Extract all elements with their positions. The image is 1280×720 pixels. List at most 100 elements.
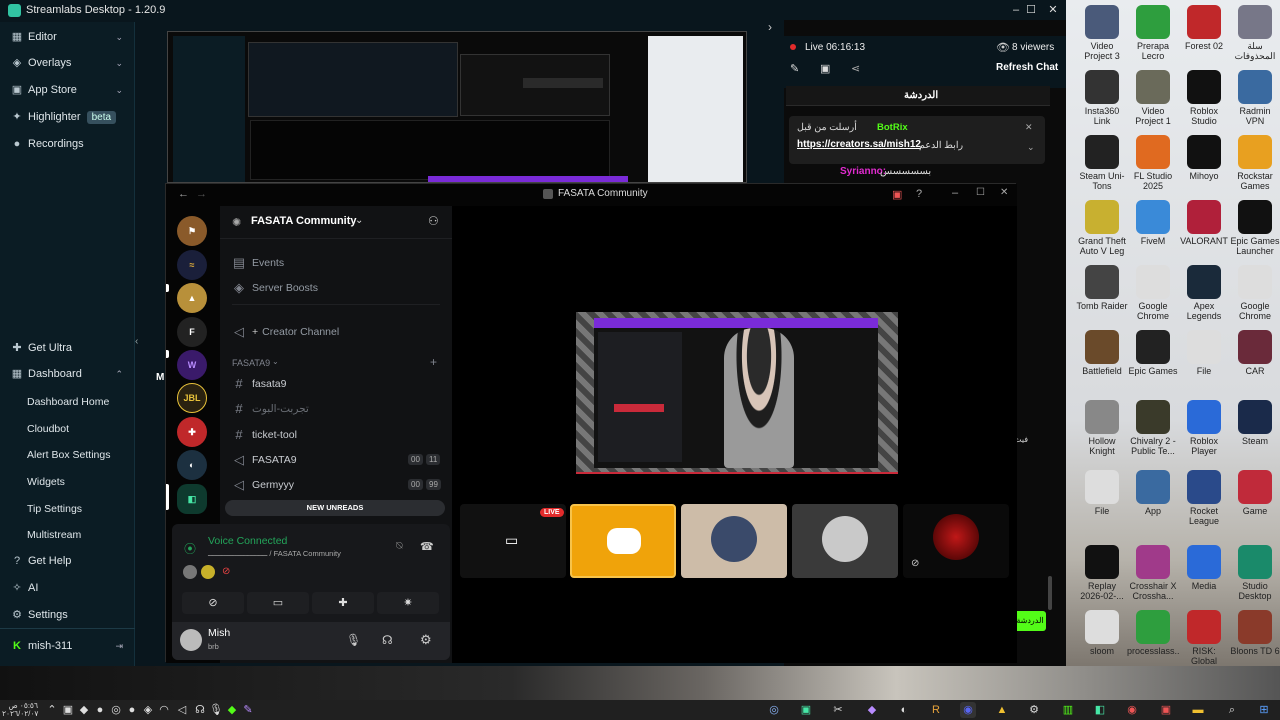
folder-icon[interactable]: ▬ bbox=[1190, 702, 1206, 718]
desktop-icon[interactable]: VALORANT bbox=[1178, 200, 1230, 246]
server-icon[interactable]: ◐ bbox=[177, 450, 207, 480]
nav-highlighter[interactable]: ✦ Highlighter beta bbox=[0, 105, 135, 129]
server-icon[interactable]: F bbox=[177, 317, 207, 347]
desktop-icon[interactable]: Tomb Raider bbox=[1076, 265, 1128, 311]
desktop-icon[interactable]: Battlefield bbox=[1076, 330, 1128, 376]
invite-icon[interactable]: ⚇ bbox=[428, 214, 439, 228]
desktop-icon[interactable]: Media bbox=[1178, 545, 1230, 591]
back-icon[interactable]: ← bbox=[178, 188, 189, 200]
nav-get-ultra[interactable]: ✚ Get Ultra bbox=[0, 336, 135, 360]
steam-icon[interactable]: ◎ bbox=[766, 702, 782, 718]
desktop-icon[interactable]: processlass... bbox=[1127, 610, 1179, 656]
app-icon[interactable]: ◧ bbox=[1092, 702, 1108, 718]
inbox-icon[interactable]: ▣ bbox=[892, 188, 902, 201]
desktop-icon[interactable]: Chivalry 2 - Public Te... bbox=[1127, 400, 1179, 456]
desktop-icon[interactable]: Studio Desktop bbox=[1229, 545, 1280, 601]
desktop-icon[interactable]: Hollow Knight bbox=[1076, 400, 1128, 456]
app-icon[interactable]: ◐ bbox=[896, 702, 912, 718]
chrome-icon[interactable]: ◉ bbox=[1124, 702, 1140, 718]
server-icon[interactable]: ⚑ bbox=[177, 216, 207, 246]
expand-chat-icon[interactable]: › bbox=[768, 20, 772, 34]
refresh-chat-button[interactable]: Refresh Chat bbox=[996, 62, 1058, 73]
pencil-icon[interactable]: ✎ bbox=[790, 62, 799, 75]
nav-dashboard[interactable]: ▦ Dashboard ⌃ bbox=[0, 362, 135, 386]
desktop-icon[interactable]: Google Chrome bbox=[1127, 265, 1179, 321]
app-icon[interactable]: ▣ bbox=[1158, 702, 1174, 718]
desktop-icon[interactable]: Rocket League bbox=[1178, 470, 1230, 526]
nav-recordings[interactable]: ● Recordings bbox=[0, 132, 135, 156]
nav-overlays[interactable]: ◈ Overlays ⌄ bbox=[0, 51, 135, 75]
streamlabs-icon[interactable]: ▣ bbox=[798, 702, 814, 718]
desktop-icon[interactable]: File bbox=[1178, 330, 1230, 376]
server-icon-active[interactable]: ◧ bbox=[177, 484, 207, 514]
discord-icon[interactable]: ◉ bbox=[960, 702, 976, 718]
server-name[interactable]: FASATA Community bbox=[251, 215, 357, 227]
desktop-icon[interactable]: Prerapa Lecro bbox=[1127, 5, 1179, 61]
server-icon[interactable]: ▲ bbox=[177, 283, 207, 313]
desktop-icon[interactable]: FL Studio 2025 bbox=[1127, 135, 1179, 191]
avatar[interactable] bbox=[201, 565, 215, 579]
nav-app-store[interactable]: ▣ App Store ⌄ bbox=[0, 78, 135, 102]
voice-status[interactable]: Voice Connected bbox=[208, 535, 287, 547]
nav-editor[interactable]: ▦ Editor ⌄ bbox=[0, 25, 135, 49]
desktop-icon[interactable]: Crosshair X Crossha... bbox=[1127, 545, 1179, 601]
tray-icon[interactable]: ◎ bbox=[108, 702, 124, 718]
desktop-icon[interactable]: Steam bbox=[1229, 400, 1280, 446]
voice-channel-germyyy[interactable]: ◁ Germyyy bbox=[232, 477, 294, 493]
tray-icon[interactable]: ◆ bbox=[224, 702, 240, 718]
speaker-icon[interactable]: ◁ bbox=[174, 702, 190, 718]
voice-location[interactable]: ـــــــــــــــــــــــــــ / FASATA Com… bbox=[208, 549, 341, 558]
fl-studio-icon[interactable]: ▥ bbox=[1060, 702, 1076, 718]
popout-icon[interactable]: ▣ bbox=[820, 62, 830, 75]
desktop-icon[interactable]: Radmin VPN bbox=[1229, 70, 1280, 126]
nav-get-help[interactable]: ? Get Help bbox=[0, 549, 135, 573]
nav-widgets[interactable]: Widgets bbox=[27, 476, 65, 488]
tray-icon[interactable]: ◆ bbox=[76, 702, 92, 718]
desktop-icon[interactable]: Replay 2026-02-... bbox=[1076, 545, 1128, 601]
pinned-message[interactable]: أرسلت من قبل BotRix https://creators.sa/… bbox=[789, 116, 1045, 164]
chat-send-button[interactable]: الدردشة bbox=[1014, 611, 1046, 631]
desktop-icon[interactable]: Insta360 Link Webcam bbox=[1076, 70, 1128, 126]
participant-tile[interactable]: ▭ LIVE bbox=[460, 504, 566, 578]
nav-ai[interactable]: ✧ AI bbox=[0, 576, 135, 600]
minimize-icon[interactable]: – bbox=[952, 187, 958, 199]
avatar[interactable] bbox=[180, 629, 202, 651]
app-icon[interactable]: ◆ bbox=[864, 702, 880, 718]
desktop-icon[interactable]: Game bbox=[1229, 470, 1280, 516]
share-icon[interactable]: ⋖ bbox=[851, 62, 860, 75]
tray-icon[interactable]: ◈ bbox=[140, 702, 156, 718]
desktop-icon[interactable]: Apex Legends bbox=[1178, 265, 1230, 321]
participant-tile-speaking[interactable] bbox=[570, 504, 676, 578]
stream-preview[interactable] bbox=[167, 31, 747, 183]
headphones-icon[interactable]: ☊ bbox=[382, 633, 393, 647]
desktop-icon[interactable]: Forest 02 bbox=[1178, 5, 1230, 51]
app-icon[interactable]: ▲ bbox=[994, 702, 1010, 718]
tray-icon[interactable]: ▣ bbox=[60, 702, 76, 718]
channel-events[interactable]: ▤ Events bbox=[232, 255, 284, 271]
server-icon[interactable]: JBL bbox=[177, 383, 207, 413]
main-stream-view[interactable] bbox=[576, 312, 898, 474]
minimize-icon[interactable]: – bbox=[1008, 2, 1024, 18]
search-icon[interactable]: ⌕ bbox=[1224, 702, 1240, 718]
desktop-icon[interactable]: App bbox=[1127, 470, 1179, 516]
chevron-down-icon[interactable]: ⌄ bbox=[1027, 142, 1035, 153]
desktop-icon[interactable]: Roblox Player bbox=[1178, 400, 1230, 456]
participant-tile[interactable] bbox=[681, 504, 787, 578]
app-icon[interactable]: ⚙ bbox=[1026, 702, 1042, 718]
mic-icon[interactable]: 🎙 bbox=[346, 633, 361, 647]
help-icon[interactable]: ? bbox=[916, 188, 922, 200]
close-icon[interactable]: ✕ bbox=[1045, 2, 1061, 18]
tray-icon[interactable]: ● bbox=[124, 702, 140, 718]
pinned-link[interactable]: https://creators.sa/mish12 bbox=[797, 139, 921, 150]
activities-button[interactable]: ✚ bbox=[312, 592, 374, 614]
chevron-down-icon[interactable]: ⌄ bbox=[355, 215, 363, 226]
tray-icon[interactable]: ⌃ bbox=[44, 702, 60, 718]
logout-icon[interactable]: ⇥ bbox=[115, 641, 123, 652]
channel-fasata9[interactable]: # fasata9 bbox=[232, 376, 286, 391]
tray-icon[interactable]: ✎ bbox=[240, 702, 256, 718]
desktop-icon[interactable]: Video Project 3 bbox=[1076, 5, 1128, 61]
participant-tile[interactable] bbox=[792, 504, 898, 578]
soundboard-button[interactable]: ✷ bbox=[377, 592, 439, 614]
desktop-icon[interactable]: RISK: Global Domination bbox=[1178, 610, 1230, 666]
close-icon[interactable]: ✕ bbox=[1000, 187, 1008, 198]
